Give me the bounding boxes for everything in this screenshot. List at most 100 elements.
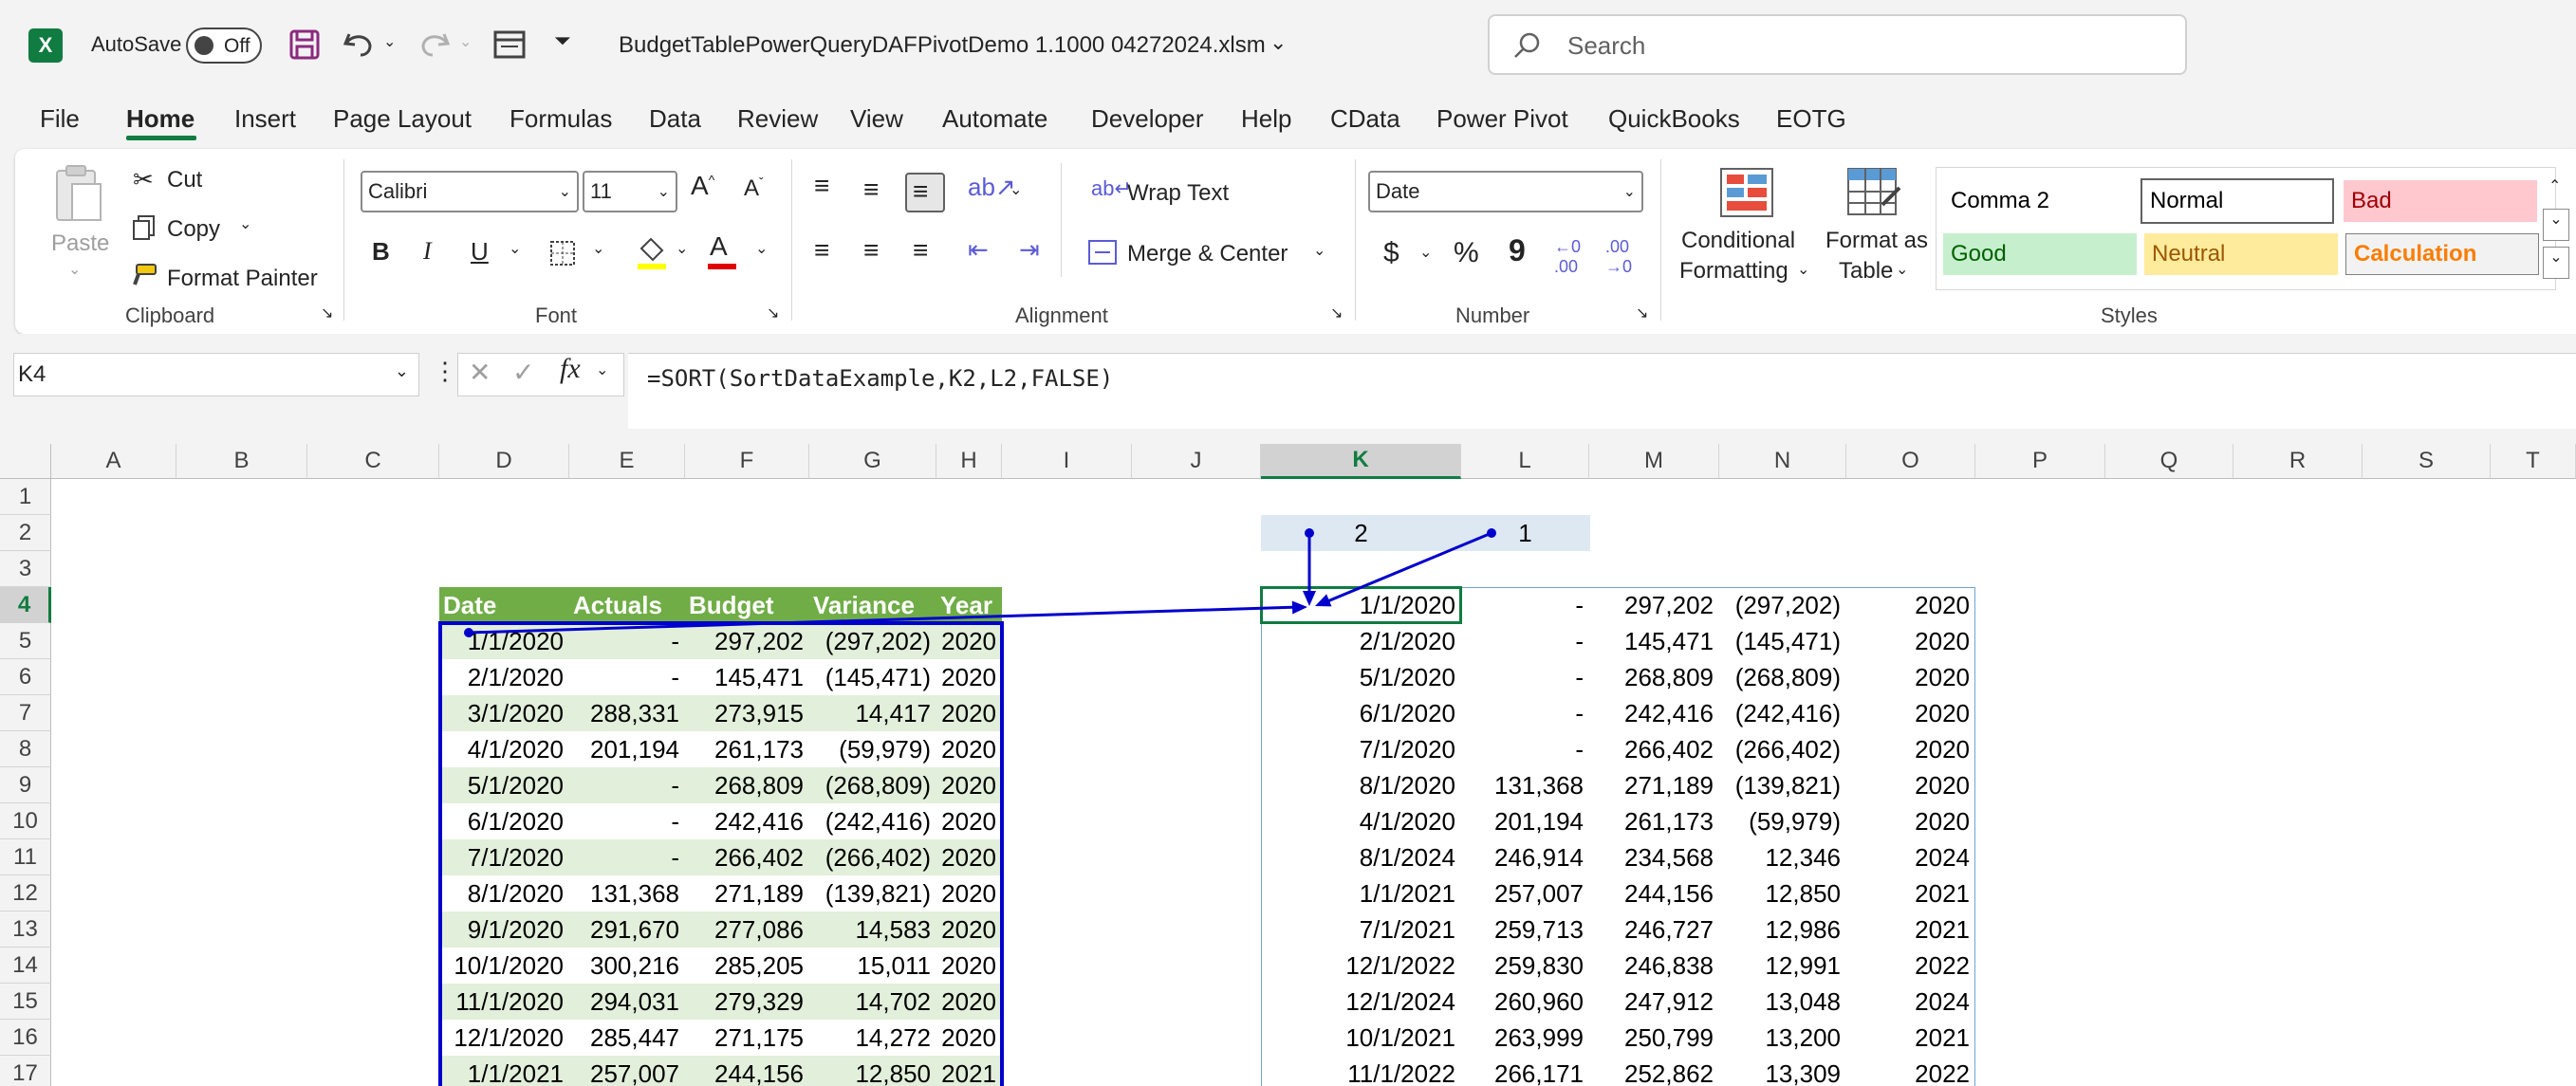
number-launcher-icon[interactable]: ↘ <box>1636 304 1648 322</box>
align-bottom-icon: ≡ <box>913 176 929 206</box>
decrease-font-size-icon[interactable]: Aˇ <box>744 175 764 202</box>
tab-insert[interactable]: Insert <box>234 104 296 134</box>
cut-button[interactable]: Cut <box>167 167 202 193</box>
style-neutral[interactable]: Neutral <box>2144 233 2338 275</box>
borders-dropdown-icon[interactable]: ⌄ <box>592 239 604 258</box>
autosave-toggle[interactable]: Off <box>186 28 262 64</box>
redo-icon[interactable] <box>417 28 452 59</box>
copy-dropdown-icon[interactable]: ⌄ <box>239 214 251 233</box>
comma-style-button[interactable]: 9 <box>1509 233 1526 268</box>
tab-review[interactable]: Review <box>737 104 818 134</box>
style-normal[interactable]: Normal <box>2140 178 2334 224</box>
increase-indent-icon[interactable]: ⇥ <box>1019 235 1040 265</box>
formula-input[interactable]: =SORT(SortDataExample,K2,L2,FALSE) <box>628 353 2576 429</box>
tab-help[interactable]: Help <box>1241 104 1291 134</box>
merge-center-button[interactable]: Merge & Center <box>1127 241 1288 267</box>
increase-decimal-icon[interactable]: ←0.00 <box>1554 237 1581 277</box>
worksheet-grid[interactable]: ABCDEFGHIJKLMNOPQRST 1 2 3 4 5 6 7 8 9 10 11 12 13 14… <box>0 444 2576 1086</box>
tab-eotg[interactable]: EOTG <box>1776 104 1846 134</box>
font-color-dropdown-icon[interactable]: ⌄ <box>755 239 768 258</box>
accounting-dropdown-icon[interactable]: ⌄ <box>1419 243 1432 262</box>
formula-text: =SORT(SortDataExample,K2,L2,FALSE) <box>647 365 1114 392</box>
cancel-icon[interactable]: ✕ <box>469 357 491 388</box>
decrease-decimal-icon[interactable]: .00 →0 <box>1605 237 1632 277</box>
wrap-text-button[interactable]: Wrap Text <box>1127 180 1229 207</box>
tab-power-pivot[interactable]: Power Pivot <box>1436 104 1568 134</box>
chevron-down-icon[interactable]: ⌄ <box>395 361 409 381</box>
styles-scroll-down-icon[interactable]: ⌄ <box>2543 209 2569 241</box>
search-box[interactable]: Search <box>1488 14 2187 75</box>
style-bad[interactable]: Bad <box>2344 180 2537 222</box>
cut-icon: ✂ <box>133 165 154 193</box>
tab-page-layout[interactable]: Page Layout <box>333 104 472 134</box>
more-options-icon[interactable]: ⋮ <box>433 357 457 386</box>
format-table-dropdown-icon[interactable]: ⌄ <box>1896 260 1908 279</box>
ribbon-separator <box>791 159 792 321</box>
underline-dropdown-icon[interactable]: ⌄ <box>509 239 521 258</box>
alignment-launcher-icon[interactable]: ↘ <box>1330 304 1343 322</box>
tab-home[interactable]: Home <box>126 104 195 134</box>
paste-dropdown-icon[interactable]: ⌄ <box>68 260 81 279</box>
paste-button[interactable]: Paste <box>51 230 109 257</box>
conditional-formatting-button[interactable]: Conditional <box>1681 228 1795 254</box>
font-size-select[interactable]: 11 ⌄ <box>583 171 677 212</box>
tab-data[interactable]: Data <box>649 104 701 134</box>
fill-color-icon[interactable] <box>636 235 668 271</box>
title-dropdown-icon[interactable]: ⌄ <box>1269 30 1287 55</box>
accounting-format-button[interactable]: $ <box>1383 237 1399 269</box>
align-middle-icon[interactable]: ≡ <box>863 175 879 205</box>
orientation-dropdown-icon[interactable]: ⌄ <box>1010 180 1022 199</box>
style-calculation[interactable]: Calculation <box>2345 233 2539 275</box>
italic-button[interactable]: I <box>423 237 432 266</box>
document-title[interactable]: BudgetTablePowerQueryDAFPivotDemo 1.1000… <box>619 32 1266 59</box>
number-format-select[interactable]: Date ⌄ <box>1368 171 1643 212</box>
tab-file[interactable]: File <box>40 104 80 134</box>
clipboard-launcher-icon[interactable]: ↘ <box>321 304 333 322</box>
align-right-icon[interactable]: ≡ <box>913 235 928 266</box>
align-left-icon[interactable]: ≡ <box>814 235 829 266</box>
undo-dropdown-icon[interactable]: ⌄ <box>383 32 396 51</box>
paste-icon[interactable] <box>51 163 104 224</box>
fill-color-dropdown-icon[interactable]: ⌄ <box>676 239 688 258</box>
enter-icon[interactable]: ✓ <box>512 357 534 388</box>
tab-developer[interactable]: Developer <box>1091 104 1204 134</box>
increase-font-size-icon[interactable]: A^ <box>691 171 714 201</box>
conditional-dropdown-icon[interactable]: ⌄ <box>1797 260 1809 279</box>
styles-more-icon[interactable]: ⌄ <box>2543 247 2569 279</box>
tab-automate[interactable]: Automate <box>942 104 1047 134</box>
borders-icon[interactable] <box>548 239 577 267</box>
name-box[interactable]: K4 ⌄ <box>13 353 419 396</box>
align-top-icon[interactable]: ≡ <box>814 171 829 201</box>
font-color-icon[interactable]: A <box>710 231 728 262</box>
group-label-number: Number <box>1455 304 1530 327</box>
bold-button[interactable]: B <box>372 237 390 267</box>
percent-style-button[interactable]: % <box>1454 237 1479 269</box>
ribbon-separator <box>343 159 344 321</box>
customize-toolbar-icon[interactable]: ⏷ <box>554 28 571 53</box>
tab-cdata[interactable]: CData <box>1330 104 1400 134</box>
fx-dropdown-icon[interactable]: ⌄ <box>596 360 608 379</box>
underline-button[interactable]: U <box>471 237 489 267</box>
font-name-select[interactable]: Calibri ⌄ <box>361 171 579 212</box>
form-icon[interactable] <box>493 30 526 59</box>
styles-scroll-up-icon[interactable]: ⌃ <box>2548 176 2561 195</box>
tab-formulas[interactable]: Formulas <box>510 104 612 134</box>
tab-view[interactable]: View <box>850 104 903 134</box>
save-icon[interactable] <box>288 28 321 61</box>
undo-icon[interactable] <box>342 28 376 59</box>
decrease-indent-icon[interactable]: ⇤ <box>968 235 989 265</box>
insert-function-button[interactable]: fx <box>560 353 581 385</box>
style-good[interactable]: Good <box>1943 233 2137 275</box>
toggle-knob <box>195 36 213 55</box>
copy-button[interactable]: Copy <box>167 216 220 243</box>
font-launcher-icon[interactable]: ↘ <box>767 304 779 322</box>
font-size-value: 11 <box>590 179 612 203</box>
redo-dropdown-icon[interactable]: ⌄ <box>459 32 472 51</box>
tab-quickbooks[interactable]: QuickBooks <box>1608 104 1740 134</box>
style-comma-2[interactable]: Comma 2 <box>1943 180 2137 222</box>
format-as-table-button[interactable]: Format as <box>1825 228 1928 254</box>
align-center-icon[interactable]: ≡ <box>863 235 879 266</box>
search-placeholder: Search <box>1567 31 1646 60</box>
format-painter-button[interactable]: Format Painter <box>167 266 318 292</box>
merge-center-dropdown-icon[interactable]: ⌄ <box>1313 241 1325 260</box>
